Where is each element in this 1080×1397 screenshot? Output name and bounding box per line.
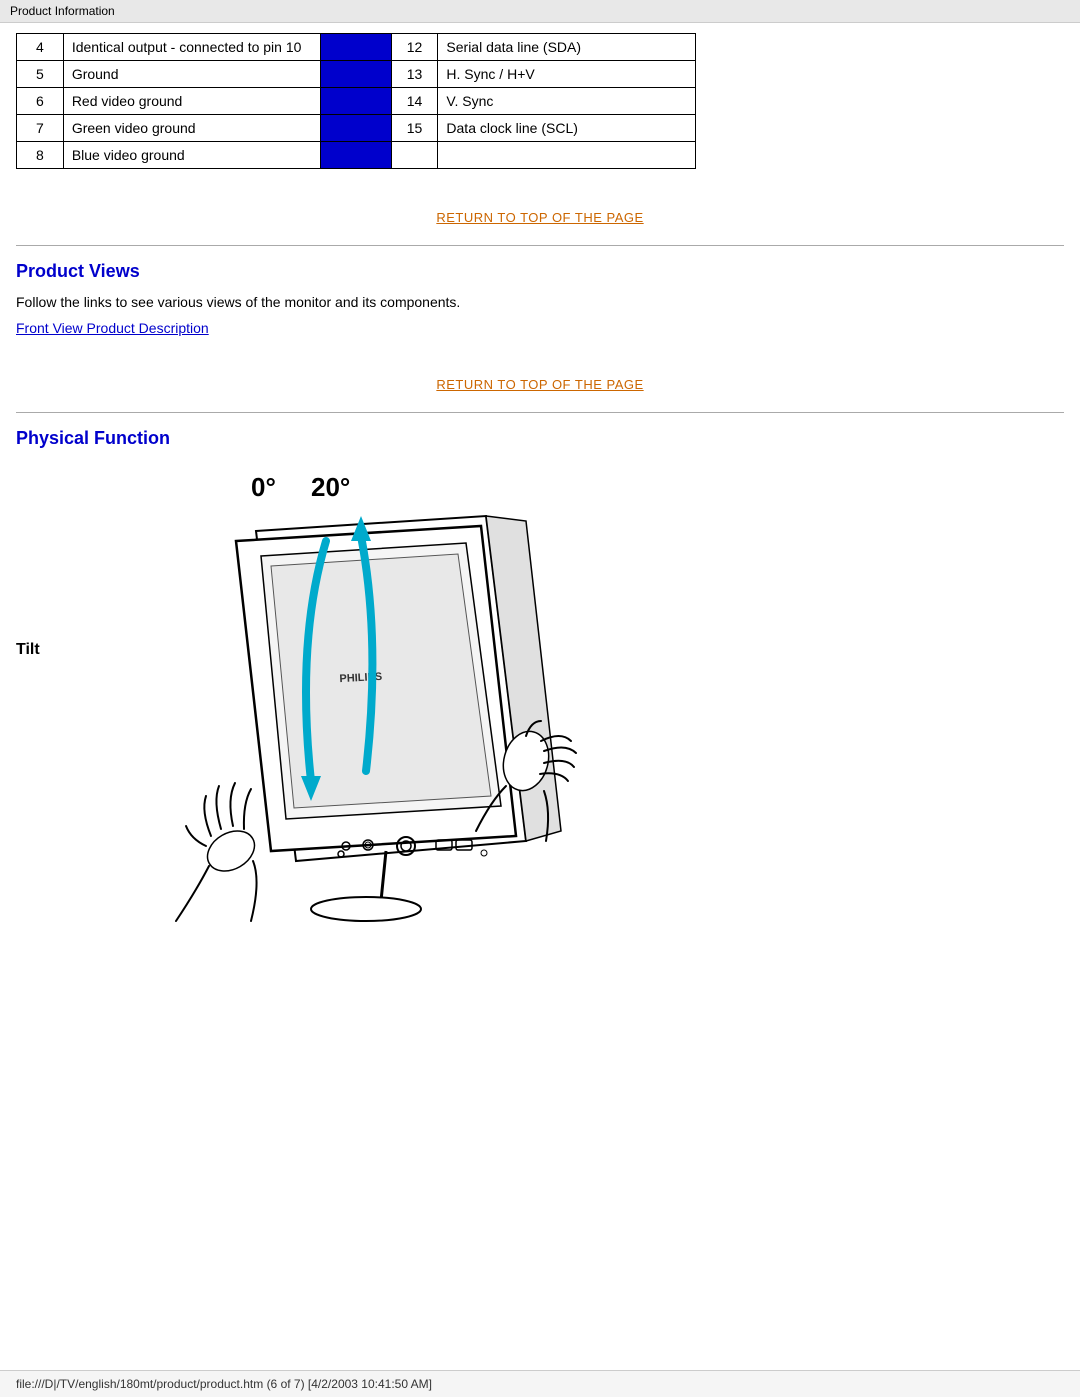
- physical-function-section: Physical Function Tilt 0° 20°: [16, 428, 1064, 981]
- pin-desc: V. Sync: [438, 88, 696, 115]
- table-row: 4 Identical output - connected to pin 10…: [17, 34, 696, 61]
- status-bar: file:///D|/TV/english/180mt/product/prod…: [0, 1370, 1080, 1397]
- top-bar-label: Product Information: [10, 4, 115, 18]
- section-divider-2: [16, 412, 1064, 413]
- table-row: 5 Ground 13 H. Sync / H+V: [17, 61, 696, 88]
- section-divider-1: [16, 245, 1064, 246]
- pin-num: [391, 142, 438, 169]
- pin-desc: Data clock line (SCL): [438, 115, 696, 142]
- return-link-container-2: RETURN TO TOP OF THE PAGE: [16, 356, 1064, 407]
- blue-fill: [321, 61, 391, 88]
- pin-num: 14: [391, 88, 438, 115]
- pin-desc: Serial data line (SDA): [438, 34, 696, 61]
- left-hand: [176, 783, 262, 921]
- svg-text:0°: 0°: [251, 472, 276, 502]
- blue-fill: [321, 34, 391, 61]
- tilt-svg: 0° 20° PHILIPS: [96, 461, 596, 981]
- table-row: 8 Blue video ground: [17, 142, 696, 169]
- pin-num: 13: [391, 61, 438, 88]
- tilt-illustration: 0° 20° PHILIPS: [96, 461, 596, 981]
- pin-desc: Blue video ground: [63, 142, 321, 169]
- pin-desc: [438, 142, 696, 169]
- table-row: 7 Green video ground 15 Data clock line …: [17, 115, 696, 142]
- pin-desc: H. Sync / H+V: [438, 61, 696, 88]
- blue-fill: [321, 142, 391, 169]
- pin-desc: Identical output - connected to pin 10: [63, 34, 321, 61]
- pin-desc: Ground: [63, 61, 321, 88]
- pin-num: 15: [391, 115, 438, 142]
- tilt-label: Tilt: [16, 641, 76, 659]
- pin-table: 4 Identical output - connected to pin 10…: [16, 33, 696, 169]
- main-content: 4 Identical output - connected to pin 10…: [0, 23, 1080, 1021]
- status-bar-text: file:///D|/TV/english/180mt/product/prod…: [16, 1377, 432, 1391]
- product-views-heading: Product Views: [16, 261, 1064, 282]
- physical-function-heading: Physical Function: [16, 428, 1064, 449]
- return-to-top-link-1[interactable]: RETURN TO TOP OF THE PAGE: [436, 210, 643, 225]
- pin-desc: Green video ground: [63, 115, 321, 142]
- tilt-container: Tilt 0° 20° PHILIPS: [16, 461, 1064, 981]
- blue-fill: [321, 88, 391, 115]
- pin-num: 12: [391, 34, 438, 61]
- top-bar: Product Information: [0, 0, 1080, 23]
- pin-num: 8: [17, 142, 64, 169]
- return-link-container-1: RETURN TO TOP OF THE PAGE: [16, 189, 1064, 240]
- return-to-top-link-2[interactable]: RETURN TO TOP OF THE PAGE: [436, 377, 643, 392]
- blue-fill: [321, 115, 391, 142]
- product-views-section: Product Views Follow the links to see va…: [16, 261, 1064, 356]
- pin-num: 7: [17, 115, 64, 142]
- front-view-link[interactable]: Front View Product Description: [16, 320, 209, 336]
- pin-num: 5: [17, 61, 64, 88]
- product-views-intro: Follow the links to see various views of…: [16, 294, 1064, 310]
- pin-desc: Red video ground: [63, 88, 321, 115]
- svg-text:20°: 20°: [311, 472, 350, 502]
- pin-num: 6: [17, 88, 64, 115]
- table-row: 6 Red video ground 14 V. Sync: [17, 88, 696, 115]
- pin-num: 4: [17, 34, 64, 61]
